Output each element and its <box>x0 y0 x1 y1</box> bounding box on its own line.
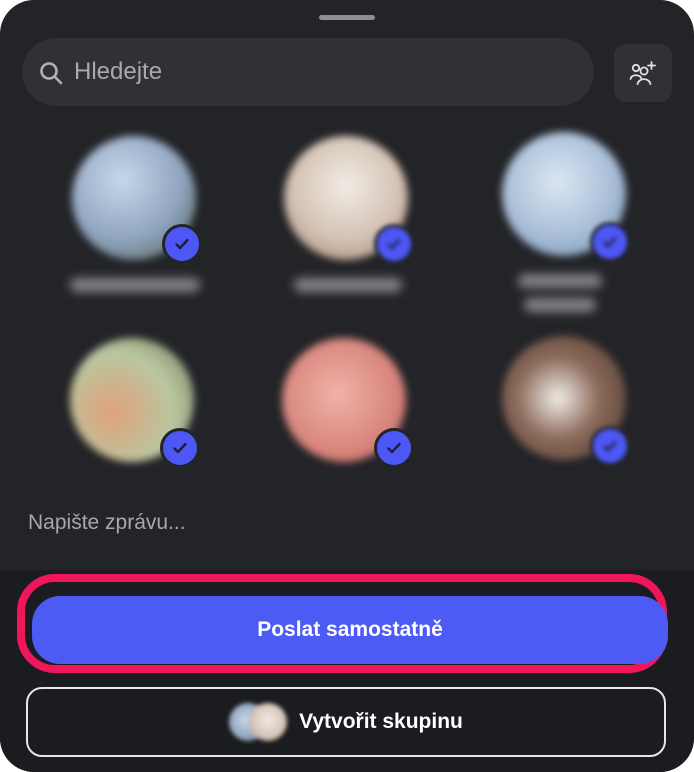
message-input[interactable]: Napište zprávu... <box>28 511 186 535</box>
send-separately-button[interactable]: Poslat samostatně <box>32 596 668 664</box>
add-person-icon <box>629 61 656 85</box>
contact-item[interactable] <box>58 332 228 512</box>
search-bar[interactable]: Hledejte <box>22 38 594 106</box>
selected-check-icon <box>160 428 200 468</box>
contact-item[interactable] <box>490 330 660 510</box>
group-avatars <box>229 703 288 741</box>
contact-item[interactable] <box>60 130 230 310</box>
contact-name <box>294 278 402 292</box>
selected-check-icon <box>162 224 202 264</box>
create-group-label: Vytvořit skupinu <box>299 710 463 733</box>
add-people-button[interactable] <box>614 44 672 102</box>
selected-check-icon <box>590 222 630 262</box>
contact-name-line2 <box>524 298 596 312</box>
search-input[interactable]: Hledejte <box>74 58 162 86</box>
create-group-button[interactable]: Vytvořit skupinu <box>26 687 666 757</box>
contact-item[interactable] <box>272 130 442 310</box>
contact-item[interactable] <box>490 126 660 312</box>
selected-check-icon <box>374 428 414 468</box>
send-separately-label: Poslat samostatně <box>257 618 443 641</box>
search-icon <box>40 62 63 85</box>
contact-name <box>70 278 200 292</box>
sheet-grabber[interactable] <box>319 15 375 20</box>
selected-check-icon <box>374 224 414 264</box>
avatar <box>249 703 288 741</box>
contact-name <box>518 274 602 288</box>
contact-item[interactable] <box>270 332 440 512</box>
selected-check-icon <box>590 426 630 466</box>
